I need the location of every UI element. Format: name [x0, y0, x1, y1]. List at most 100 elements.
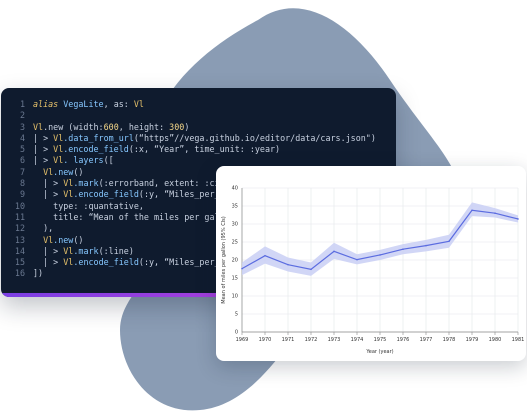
data-point [379, 254, 381, 256]
line-number: 12 [14, 223, 25, 234]
code-line: 1 alias VegaLite, as: Vl [1, 99, 396, 110]
code-token: Vl [63, 257, 74, 268]
code-line: 4 | > Vl.data_from_url(“https”//vega.gith… [1, 133, 396, 144]
code-token: ]) [33, 268, 44, 279]
code-token: Vl [33, 166, 54, 177]
code-token: ([ [103, 155, 114, 166]
code-token: VegaLite [58, 99, 104, 109]
code-token: | > [33, 245, 64, 256]
x-tick-label: 1969 [236, 337, 249, 343]
data-point [494, 212, 496, 214]
line-number: 15 [14, 257, 25, 268]
code-token: type: :quantative, [33, 200, 144, 211]
code-token: .new (width: [43, 121, 104, 132]
code-line: 5 | > Vl.encode_field(:x, “Year”, time_un… [1, 144, 396, 155]
data-point [517, 218, 519, 220]
code-token: Vl [63, 245, 74, 256]
data-point [264, 254, 266, 257]
line-number: 14 [14, 245, 25, 256]
code-token: .encode_field [63, 144, 129, 155]
data-point [448, 240, 450, 243]
code-token: .new [53, 166, 74, 177]
code-token: | > [33, 178, 64, 189]
line-number: 2 [19, 110, 25, 121]
code-token: (:line) [98, 245, 134, 256]
code-token: .data_from_url [63, 132, 134, 143]
code-token: , height: [118, 121, 170, 132]
line-number: 8 [19, 178, 25, 189]
code-token: 300 [169, 121, 185, 132]
x-tick-label: 1977 [420, 337, 433, 343]
line-number: 11 [14, 211, 25, 222]
y-tick-label: 20 [232, 258, 238, 264]
line-chart: 0 5 10 15 20 25 30 35 40 1969 1970 1971 1972 1973 1974… [221, 186, 525, 355]
x-tick-label: 1971 [282, 337, 295, 343]
x-tick-label: 1981 [512, 337, 525, 343]
code-token: alias [33, 99, 59, 109]
code-token: | > [33, 155, 54, 166]
x-tick-label: 1976 [397, 337, 410, 343]
line-number: 1 [19, 99, 25, 109]
x-tick-label: 1970 [259, 337, 272, 343]
line-number: 5 [19, 144, 25, 155]
code-token: (:x, “Year”, time_unit: :year) [128, 144, 281, 155]
data-point [310, 268, 312, 271]
code-token: 600 [103, 121, 119, 132]
data-point [471, 209, 473, 212]
code-token: (:y, “Miles_per_ [138, 257, 220, 268]
code-token: Vl [53, 132, 64, 143]
code-token: . layers [63, 155, 104, 166]
code-line: 3 Vl.new (width:600, height: 300) [1, 122, 396, 133]
code-token: ), [33, 223, 54, 234]
code-token: | > [33, 132, 54, 143]
line-number: 9 [19, 189, 25, 200]
data-point [241, 267, 243, 270]
x-tick-label: 1980 [489, 337, 502, 343]
code-token: Vl [33, 121, 44, 132]
line-number: 13 [14, 234, 25, 245]
code-line: 2 [1, 110, 396, 121]
code-token: ) [184, 121, 190, 132]
line-number: 16 [14, 268, 25, 279]
code-token: title: “Mean of the miles per galli [33, 211, 230, 222]
data-point [333, 250, 335, 253]
code-token: Vl [133, 99, 144, 109]
code-token: | > [33, 144, 54, 155]
x-tick-label: 1979 [466, 337, 479, 343]
code-token: .encode_field [73, 257, 139, 268]
y-tick-label: 30 [232, 222, 238, 228]
y-axis-title: Mean of miles per gallon (95% CIs) [221, 216, 227, 303]
y-tick-label: 0 [235, 330, 238, 336]
code-token: | > [33, 189, 64, 200]
data-point [287, 263, 289, 266]
x-tick-label: 1975 [374, 337, 387, 343]
code-token: | > [33, 257, 64, 268]
x-tick-label: 1973 [328, 337, 341, 343]
data-point [402, 248, 404, 250]
y-tick-label: 35 [232, 204, 238, 210]
y-tick-label: 5 [235, 312, 238, 318]
code-token: Vl [63, 189, 74, 200]
code-token: , as: [103, 99, 134, 109]
line-number: 6 [19, 155, 25, 166]
code-token: .new [53, 234, 74, 245]
line-number: 4 [19, 132, 25, 143]
line-number: 3 [19, 121, 25, 132]
x-tick-label: 1972 [305, 337, 318, 343]
code-token: .mark [73, 245, 99, 256]
line-number: 10 [14, 200, 25, 211]
code-token: () [73, 166, 84, 177]
code-token: .mark [73, 178, 99, 189]
y-tick-label: 15 [232, 276, 238, 282]
code-token: Vl [53, 155, 64, 166]
line-number: 7 [19, 166, 25, 177]
code-token: Vl [53, 144, 64, 155]
code-token: (“https”//vega.github.io/editor/data/car… [133, 132, 376, 143]
code-token: (:errorband, extent: :ci) [98, 178, 225, 189]
x-tick-label: 1978 [443, 337, 456, 343]
code-token: Vl [33, 234, 54, 245]
y-tick-label: 25 [232, 240, 238, 246]
y-tick-label: 10 [232, 294, 238, 300]
code-token: Vl [63, 178, 74, 189]
x-tick-label: 1974 [351, 337, 364, 343]
